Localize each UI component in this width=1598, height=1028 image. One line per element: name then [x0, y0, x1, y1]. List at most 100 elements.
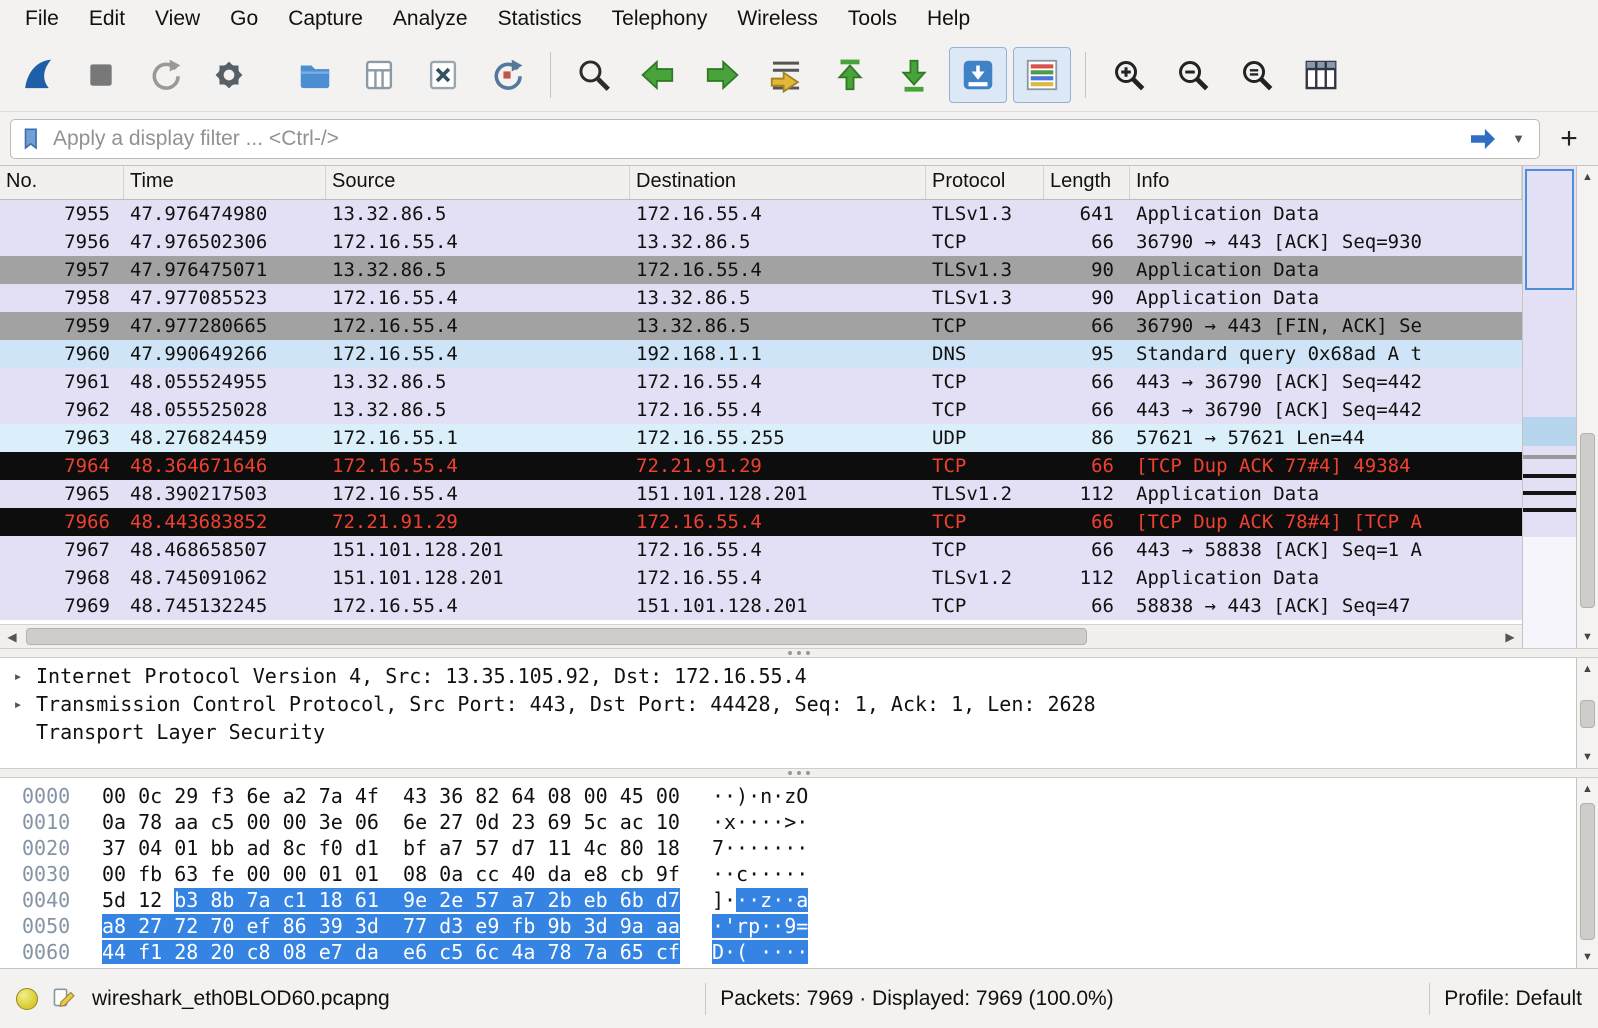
scroll-up-icon[interactable]: ▲ [1577, 166, 1598, 188]
details-vertical-scrollbar[interactable]: ▲ ▼ [1576, 658, 1598, 768]
display-filter-input[interactable] [53, 127, 1460, 151]
horizontal-scroll-track[interactable] [24, 625, 1498, 648]
pane-splitter[interactable] [0, 648, 1598, 658]
packet-row[interactable]: 796047.990649266172.16.55.4192.168.1.1DN… [0, 340, 1522, 368]
packet-row[interactable]: 795947.977280665172.16.55.413.32.86.5TCP… [0, 312, 1522, 340]
menu-capture[interactable]: Capture [273, 3, 378, 35]
hex-row[interactable]: 00405d 12 b3 8b 7a c1 18 61 9e 2e 57 a7 … [0, 887, 1576, 913]
vertical-scroll-track[interactable] [1577, 188, 1598, 626]
menu-statistics[interactable]: Statistics [483, 3, 597, 35]
packet-row[interactable]: 796848.745091062151.101.128.201172.16.55… [0, 564, 1522, 592]
expand-arrow-icon[interactable]: ▸ [0, 690, 36, 718]
menu-view[interactable]: View [140, 3, 215, 35]
hex-row[interactable]: 00100a 78 aa c5 00 00 3e 06 6e 27 0d 23 … [0, 809, 1576, 835]
hex-row[interactable]: 0050a8 27 72 70 ef 86 39 3d 77 d3 e9 fb … [0, 913, 1576, 939]
scroll-up-icon[interactable]: ▲ [1577, 778, 1598, 800]
packet-row[interactable]: 795847.977085523172.16.55.413.32.86.5TLS… [0, 284, 1522, 312]
column-header-no[interactable]: No. [0, 166, 124, 199]
hex-row[interactable]: 002037 04 01 bb ad 8c f0 d1 bf a7 57 d7 … [0, 835, 1576, 861]
go-forward-button[interactable] [693, 47, 751, 103]
column-header-length[interactable]: Length [1044, 166, 1130, 199]
zoom-out-button[interactable] [1164, 47, 1222, 103]
vertical-scroll-thumb[interactable] [1580, 803, 1595, 940]
auto-scroll-toggle-button[interactable] [949, 47, 1007, 103]
menu-wireless[interactable]: Wireless [722, 3, 833, 35]
column-header-destination[interactable]: Destination [630, 166, 926, 199]
capture-comment-pencil-icon[interactable] [52, 986, 78, 1012]
detail-line[interactable]: Transport Layer Security [0, 718, 1576, 746]
menu-analyze[interactable]: Analyze [378, 3, 483, 35]
resize-columns-button[interactable] [1292, 47, 1350, 103]
filter-bookmark-icon[interactable] [19, 126, 45, 152]
scroll-down-icon[interactable]: ▼ [1577, 746, 1598, 768]
go-to-packet-button[interactable] [757, 47, 815, 103]
packet-row[interactable]: 796548.390217503172.16.55.4151.101.128.2… [0, 480, 1522, 508]
scroll-right-icon[interactable]: ▶ [1498, 630, 1522, 644]
packet-row[interactable]: 796648.44368385272.21.91.29172.16.55.4TC… [0, 508, 1522, 536]
zoom-reset-button[interactable] [1228, 47, 1286, 103]
packet-row[interactable]: 796248.05552502813.32.86.5172.16.55.4TCP… [0, 396, 1522, 424]
open-file-button[interactable] [286, 47, 344, 103]
column-header-info[interactable]: Info [1130, 166, 1522, 199]
go-to-last-button[interactable] [885, 47, 943, 103]
reload-file-button[interactable] [478, 47, 536, 103]
vertical-scroll-track[interactable] [1577, 680, 1598, 746]
menu-help[interactable]: Help [912, 3, 985, 35]
add-display-filter-button[interactable]: + [1550, 124, 1588, 154]
hex-vertical-scrollbar[interactable]: ▲ ▼ [1576, 778, 1598, 968]
scroll-down-icon[interactable]: ▼ [1577, 946, 1598, 968]
packet-row[interactable]: 796348.276824459172.16.55.1172.16.55.255… [0, 424, 1522, 452]
go-back-button[interactable] [629, 47, 687, 103]
colorize-toggle-button[interactable] [1013, 47, 1071, 103]
packet-row[interactable]: 795747.97647507113.32.86.5172.16.55.4TLS… [0, 256, 1522, 284]
column-header-protocol[interactable]: Protocol [926, 166, 1044, 199]
vertical-scroll-thumb[interactable] [1580, 700, 1595, 728]
vertical-scroll-track[interactable] [1577, 800, 1598, 946]
detail-line[interactable]: ▸Internet Protocol Version 4, Src: 13.35… [0, 662, 1576, 690]
hex-dump-pane: 000000 0c 29 f3 6e a2 7a 4f 43 36 82 64 … [0, 778, 1598, 968]
scroll-left-icon[interactable]: ◀ [0, 630, 24, 644]
horizontal-scroll-thumb[interactable] [26, 628, 1087, 645]
find-packet-button[interactable] [565, 47, 623, 103]
packet-row[interactable]: 796148.05552495513.32.86.5172.16.55.4TCP… [0, 368, 1522, 396]
capture-options-button[interactable] [200, 47, 258, 103]
minimap-view-indicator[interactable] [1525, 169, 1574, 290]
packet-row[interactable]: 796948.745132245172.16.55.4151.101.128.2… [0, 592, 1522, 620]
packet-row[interactable]: 796448.364671646172.16.55.472.21.91.29TC… [0, 452, 1522, 480]
packet-row[interactable]: 796748.468658507151.101.128.201172.16.55… [0, 536, 1522, 564]
profile-label[interactable]: Profile: Default [1444, 987, 1582, 1011]
menu-go[interactable]: Go [215, 3, 273, 35]
intelligent-scrollbar-minimap[interactable] [1522, 166, 1576, 648]
scroll-up-icon[interactable]: ▲ [1577, 658, 1598, 680]
hex-row[interactable]: 000000 0c 29 f3 6e a2 7a 4f 43 36 82 64 … [0, 783, 1576, 809]
detail-line[interactable]: ▸Transmission Control Protocol, Src Port… [0, 690, 1576, 718]
restart-capture-button[interactable] [136, 47, 194, 103]
expand-arrow-icon[interactable]: ▸ [0, 662, 36, 690]
packet-row[interactable]: 795647.976502306172.16.55.413.32.86.5TCP… [0, 228, 1522, 256]
hex-row[interactable]: 006044 f1 28 20 c8 08 e7 da e6 c5 6c 4a … [0, 939, 1576, 965]
menu-file[interactable]: File [10, 3, 74, 35]
save-file-button[interactable] [350, 47, 408, 103]
expert-info-icon[interactable] [16, 988, 38, 1010]
packet-cell-no: 7955 [0, 200, 124, 228]
go-to-first-button[interactable] [821, 47, 879, 103]
packet-details-pane: ▸Internet Protocol Version 4, Src: 13.35… [0, 658, 1598, 768]
stop-capture-button[interactable] [72, 47, 130, 103]
pane-splitter[interactable] [0, 768, 1598, 778]
column-header-time[interactable]: Time [124, 166, 326, 199]
scroll-down-icon[interactable]: ▼ [1577, 626, 1598, 648]
menu-edit[interactable]: Edit [74, 3, 140, 35]
column-header-source[interactable]: Source [326, 166, 630, 199]
vertical-scroll-thumb[interactable] [1580, 433, 1595, 608]
hex-row[interactable]: 003000 fb 63 fe 00 00 01 01 08 0a cc 40 … [0, 861, 1576, 887]
packet-list-vertical-scrollbar[interactable]: ▲ ▼ [1576, 166, 1598, 648]
filter-dropdown-arrow[interactable]: ▼ [1506, 131, 1531, 146]
close-file-button[interactable] [414, 47, 472, 103]
menu-tools[interactable]: Tools [833, 3, 912, 35]
packet-list-horizontal-scrollbar[interactable]: ◀ ▶ [0, 624, 1522, 648]
zoom-in-button[interactable] [1100, 47, 1158, 103]
apply-filter-button[interactable] [1468, 127, 1498, 151]
packet-row[interactable]: 795547.97647498013.32.86.5172.16.55.4TLS… [0, 200, 1522, 228]
menu-telephony[interactable]: Telephony [597, 3, 723, 35]
start-capture-button[interactable] [8, 47, 66, 103]
